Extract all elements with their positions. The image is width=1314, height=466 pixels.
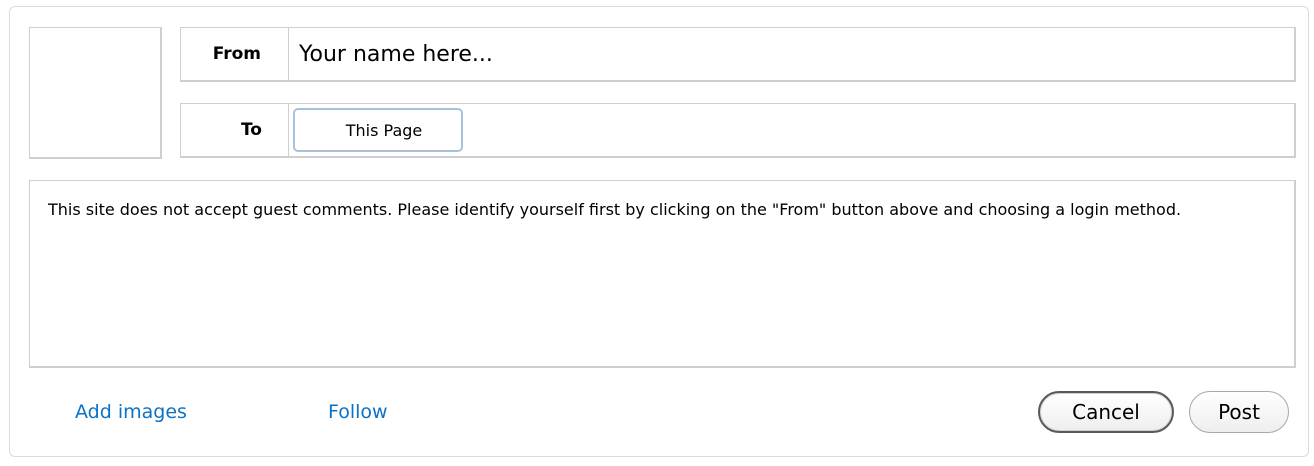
follow-link[interactable]: Follow [328, 401, 388, 423]
post-button[interactable]: Post [1189, 391, 1289, 433]
to-row: To This Page [180, 103, 1296, 158]
to-label: To [181, 104, 289, 156]
cancel-button[interactable]: Cancel [1038, 391, 1174, 433]
from-button[interactable]: From [181, 28, 289, 80]
name-field[interactable]: Your name here... [289, 28, 1294, 80]
from-row: From Your name here... [180, 27, 1296, 82]
guest-comment-notice: This site does not accept guest comments… [48, 200, 1182, 219]
to-recipient-button[interactable]: This Page [293, 108, 463, 152]
to-recipient-label: This Page [345, 120, 423, 140]
message-area[interactable]: This site does not accept guest comments… [29, 180, 1296, 368]
name-field-text: Your name here... [299, 41, 493, 67]
add-images-link[interactable]: Add images [75, 401, 187, 423]
avatar [29, 27, 162, 159]
